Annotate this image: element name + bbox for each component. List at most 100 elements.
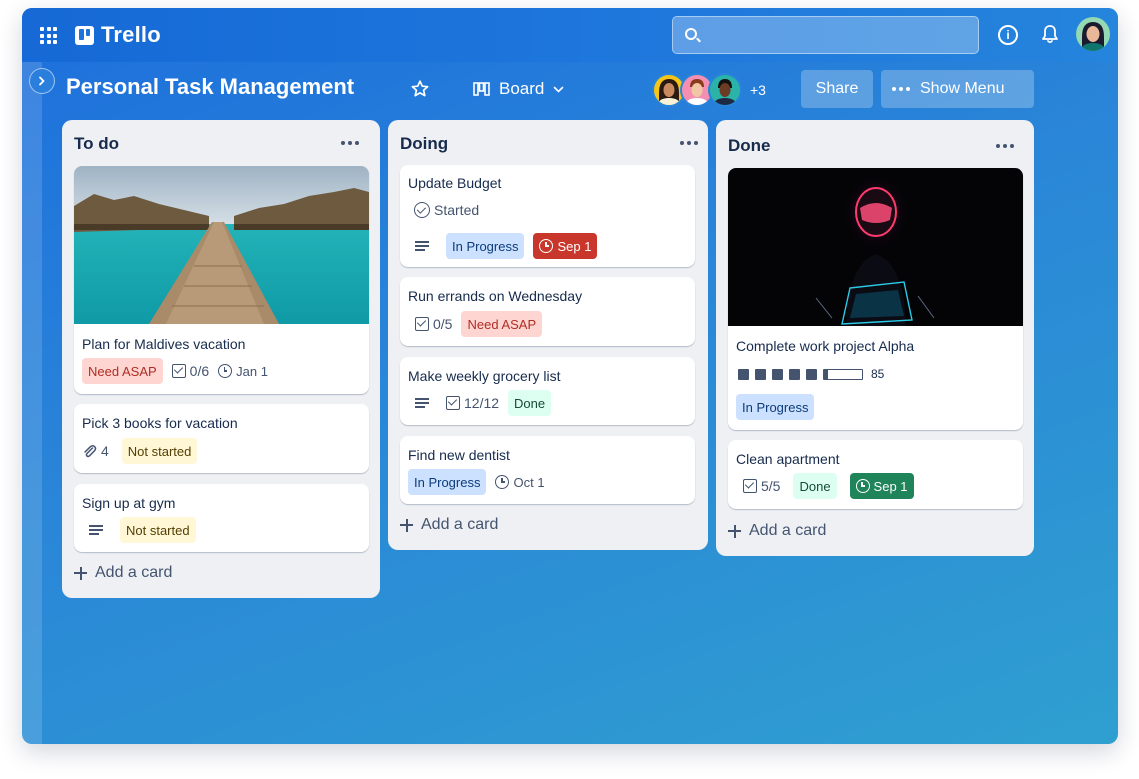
list-title[interactable]: Doing: [400, 134, 448, 154]
status-check-icon: [414, 202, 430, 218]
card-label: In Progress: [408, 469, 487, 495]
card-badges: In Progress: [736, 394, 815, 420]
card-grocery-list[interactable]: Make weekly grocery list 12/12 Done: [400, 357, 695, 425]
card-title: Run errands on Wednesday: [408, 288, 583, 304]
top-navigation-bar: Trello i: [22, 8, 1118, 62]
card-title: Sign up at gym: [82, 495, 176, 511]
card-badges: 4 Not started: [82, 438, 198, 464]
card-complete-project-alpha[interactable]: Complete work project Alpha 85 In Progre…: [728, 168, 1023, 430]
progress-bar: 85: [738, 367, 884, 381]
due-date: Jan 1: [236, 363, 268, 379]
checklist-icon: [743, 479, 757, 493]
card-badges: 12/12 Done: [408, 390, 552, 416]
checklist-icon: [171, 364, 186, 378]
card-label: Not started: [120, 517, 196, 543]
checklist-count: 0/6: [189, 363, 210, 379]
search-icon: [685, 28, 697, 40]
card-badges: 0/5 Need ASAP: [408, 311, 543, 337]
plus-icon: [400, 518, 413, 532]
due-date: Sep 1: [557, 238, 592, 254]
info-icon[interactable]: i: [998, 25, 1018, 45]
search-input[interactable]: [672, 16, 979, 54]
trello-logo[interactable]: Trello: [75, 22, 161, 48]
star-board-icon[interactable]: [410, 79, 430, 99]
card-sign-up-gym[interactable]: Sign up at gym Not started: [74, 484, 369, 552]
status-text: Started: [434, 202, 480, 218]
list-to-do: To do Plan for Maldives vacation Need AS…: [62, 120, 380, 598]
card-label: Need ASAP: [461, 311, 543, 337]
add-card-label: Add a card: [421, 516, 499, 533]
checklist-badge: 0/6: [171, 363, 210, 379]
expand-sidebar-button[interactable]: [29, 68, 55, 94]
clock-icon: [539, 239, 554, 253]
due-date-badge: Oct 1: [495, 474, 545, 490]
card-update-budget[interactable]: Update Budget Started In Progress Sep 1: [400, 165, 695, 267]
checklist-badge: 5/5: [743, 478, 780, 494]
card-title: Pick 3 books for vacation: [82, 415, 238, 431]
trello-logo-icon: [75, 25, 94, 45]
share-button[interactable]: Share: [801, 70, 873, 108]
list-actions-icon[interactable]: [680, 141, 698, 145]
description-icon: [415, 241, 429, 251]
list-done: Done Complete work project Alpha 85 In P…: [716, 120, 1034, 556]
add-card-label: Add a card: [749, 522, 827, 539]
clock-icon: [855, 479, 870, 493]
card-badges: In Progress Sep 1: [408, 233, 598, 259]
board-members[interactable]: +3: [652, 72, 766, 108]
list-doing: Doing Update Budget Started In Progress …: [388, 120, 708, 550]
app-switcher-icon[interactable]: [40, 27, 57, 44]
checklist-count: 0/5: [433, 316, 453, 332]
card-label: Done: [508, 390, 552, 416]
due-date: Sep 1: [873, 478, 908, 494]
more-members-count[interactable]: +3: [750, 82, 766, 98]
card-pick-books[interactable]: Pick 3 books for vacation 4 Not started: [74, 404, 369, 473]
notifications-bell-icon[interactable]: [1040, 23, 1060, 45]
user-avatar[interactable]: [1076, 17, 1110, 51]
card-badges: 5/5 Done Sep 1: [736, 473, 914, 499]
checklist-icon: [446, 396, 460, 410]
board-view-icon: [473, 81, 490, 96]
due-date-badge-complete: Sep 1: [849, 473, 914, 499]
chevron-down-icon: [554, 86, 564, 93]
trello-window: Trello i Personal Task Management Board …: [22, 8, 1118, 744]
checklist-count: 5/5: [761, 478, 781, 494]
card-label: Not started: [121, 438, 198, 464]
due-date-badge: Jan 1: [218, 364, 268, 379]
clock-icon: [495, 475, 510, 489]
add-card-button[interactable]: Add a card: [400, 516, 498, 534]
add-card-button[interactable]: Add a card: [74, 564, 172, 582]
list-title[interactable]: To do: [74, 134, 119, 154]
card-badges: Need ASAP 0/6 Jan 1: [82, 358, 268, 384]
paperclip-icon: [84, 444, 97, 457]
collapsed-sidebar: [22, 62, 42, 744]
card-label: In Progress: [446, 233, 525, 259]
card-title: Update Budget: [408, 175, 502, 191]
card-plan-maldives[interactable]: Plan for Maldives vacation Need ASAP 0/6…: [74, 166, 369, 394]
plus-icon: [74, 566, 87, 580]
card-progress: 85: [738, 367, 884, 381]
list-title[interactable]: Done: [728, 136, 771, 156]
chevron-right-icon: [39, 76, 45, 86]
card-title: Clean apartment: [736, 451, 840, 467]
card-label: Need ASAP: [82, 358, 163, 384]
card-find-dentist[interactable]: Find new dentist In Progress Oct 1: [400, 436, 695, 504]
attachments-count: 4: [101, 443, 109, 459]
member-avatar[interactable]: [708, 73, 742, 107]
board-title[interactable]: Personal Task Management: [66, 74, 354, 100]
board-view-label: Board: [499, 79, 545, 98]
list-actions-icon[interactable]: [996, 144, 1014, 148]
card-clean-apartment[interactable]: Clean apartment 5/5 Done Sep 1: [728, 440, 1023, 509]
card-status: Started: [408, 202, 479, 218]
due-date: Oct 1: [513, 474, 545, 490]
add-card-button[interactable]: Add a card: [728, 522, 826, 540]
card-title: Find new dentist: [408, 447, 510, 463]
show-menu-button[interactable]: Show Menu: [881, 70, 1034, 108]
card-badges: In Progress Oct 1: [408, 469, 545, 495]
card-cover-image: [728, 168, 1023, 326]
board-view-switcher[interactable]: Board: [473, 78, 564, 100]
card-run-errands[interactable]: Run errands on Wednesday 0/5 Need ASAP: [400, 277, 695, 346]
checklist-count: 12/12: [464, 395, 500, 411]
list-actions-icon[interactable]: [341, 141, 359, 145]
card-title: Plan for Maldives vacation: [82, 336, 246, 352]
progress-value: 85: [871, 367, 885, 381]
